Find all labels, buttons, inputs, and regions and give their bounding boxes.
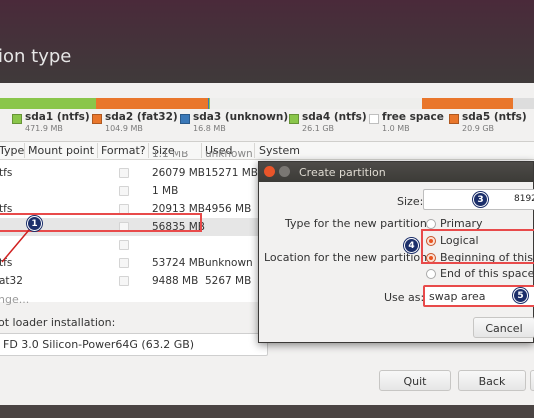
legend-swatch [92, 114, 102, 124]
cell-type: tfs [0, 167, 13, 179]
legend-swatch [369, 114, 379, 124]
location-end-radio[interactable] [426, 269, 436, 279]
change-partition-link[interactable]: nge... [0, 293, 29, 306]
create-partition-dialog: Create partition Size: 8192 3 Type for t… [258, 161, 534, 343]
cell-used: unknown [205, 151, 253, 160]
use-as-value: swap area [429, 290, 486, 303]
legend-swatch [180, 114, 190, 124]
type-primary-radio[interactable] [426, 219, 436, 229]
cell-size: 53724 MB [152, 257, 206, 269]
quit-button[interactable]: Quit [379, 370, 451, 391]
legend-size: 104.9 MB [105, 124, 143, 133]
partition-bar [0, 98, 534, 109]
highlight-type-location [421, 229, 534, 264]
bootloader-label: ot loader installation: [0, 316, 116, 329]
partition-bar-segment-free-space [209, 98, 422, 109]
annotation-badge-5: 5 [513, 288, 528, 303]
cell-used: 5267 MB [205, 275, 252, 287]
legend-name: sda3 (unknown) [193, 111, 289, 123]
partition-bar-segment-rest [512, 98, 534, 109]
size-label: Size: [397, 195, 424, 208]
format-checkbox[interactable] [119, 258, 129, 268]
close-icon[interactable] [264, 166, 275, 177]
partition-bar-segment-sda1 [0, 98, 97, 109]
installer-header: ion type [0, 0, 534, 83]
use-as-label: Use as: [384, 291, 425, 304]
table-row[interactable]: 1.1 MB unknown [0, 151, 534, 161]
legend-size: 20.9 GB [462, 124, 495, 133]
legend-size: 26.1 GB [302, 124, 335, 133]
dialog-title: Create partition [299, 166, 386, 179]
cell-type: at32 [0, 275, 23, 287]
format-checkbox[interactable] [119, 276, 129, 286]
annotation-badge-4: 4 [404, 238, 419, 253]
legend-swatch [449, 114, 459, 124]
legend-name: sda1 (ntfs) [25, 111, 90, 123]
back-button[interactable]: Back [458, 370, 526, 391]
annotation-badge-3: 3 [473, 192, 488, 207]
format-checkbox[interactable] [119, 186, 129, 196]
format-checkbox[interactable] [119, 240, 129, 250]
location-label: Location for the new partition: [264, 251, 431, 264]
bootloader-device-value: FD 3.0 Silicon-Power64G (63.2 GB) [3, 338, 195, 351]
cancel-button[interactable]: Cancel [473, 317, 534, 338]
legend-size: 1.0 MB [382, 124, 410, 133]
minimize-icon[interactable] [279, 166, 290, 177]
cell-used: 15271 MB [205, 167, 259, 179]
legend-size: 471.9 MB [25, 124, 63, 133]
next-button-partial[interactable] [530, 370, 534, 391]
cell-size: 9488 MB [152, 275, 199, 287]
format-checkbox[interactable] [119, 168, 129, 178]
legend-name: free space [382, 111, 444, 123]
location-end-label: End of this space [440, 267, 534, 280]
partition-legend: sda1 (ntfs) 471.9 MB sda2 (fat32) 104.9 … [0, 111, 534, 134]
legend-swatch [289, 114, 299, 124]
cell-size: 1.1 MB [152, 151, 189, 160]
cell-used: 4956 MB [205, 203, 252, 215]
cell-size: 26079 MB [152, 167, 206, 179]
legend-swatch [12, 114, 22, 124]
cell-used: unknown [205, 257, 253, 269]
partition-bar-segment-sda5 [421, 98, 513, 109]
bootloader-device-select[interactable]: FD 3.0 Silicon-Power64G (63.2 GB) [0, 333, 268, 356]
legend-name: sda4 (ntfs) [302, 111, 367, 123]
legend-name: sda2 (fat32) [105, 111, 178, 123]
dialog-titlebar: Create partition [259, 162, 533, 182]
bottom-panel [0, 405, 534, 418]
type-label: Type for the new partition: [285, 217, 431, 230]
legend-size: 16.8 MB [193, 124, 226, 133]
annotation-badge-1: 1 [27, 216, 42, 231]
cell-size: 1 MB [152, 185, 179, 197]
legend-name: sda5 (ntfs) [462, 111, 527, 123]
partition-bar-segment-sda2 [96, 98, 209, 109]
page-title: ion type [0, 46, 72, 67]
size-input-value: 8192 [514, 194, 534, 204]
